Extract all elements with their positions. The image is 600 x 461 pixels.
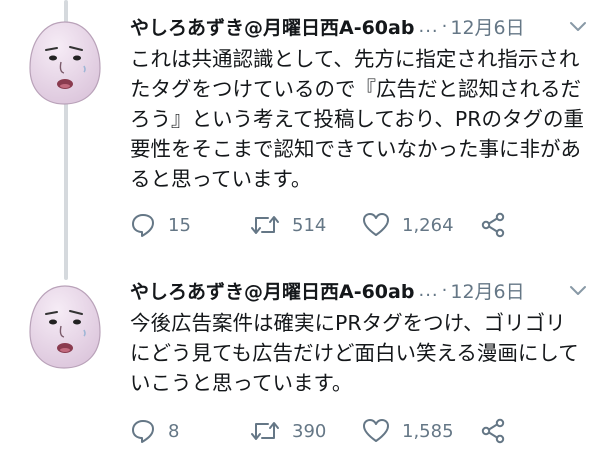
share-button[interactable] <box>480 418 506 444</box>
separator-dot: · <box>441 15 448 37</box>
author-name[interactable]: やしろあずき@月曜日西A-60ab <box>130 13 414 40</box>
retweet-count: 390 <box>292 420 327 442</box>
handle-truncated: ... <box>418 15 439 37</box>
reply-icon <box>132 420 154 443</box>
avatar[interactable] <box>28 284 102 370</box>
reply-button[interactable]: 15 <box>130 212 250 238</box>
share-button[interactable] <box>480 212 506 238</box>
tweet-date[interactable]: 12月6日 <box>450 13 524 40</box>
tweet[interactable]: やしろあずき@月曜日西A-60ab ... · 12月6日 今後広告案件は確実に… <box>0 262 600 461</box>
reply-count: 15 <box>168 214 191 236</box>
heart-icon <box>363 213 389 236</box>
retweet-button[interactable]: 390 <box>250 418 362 444</box>
tweet-header: やしろあずき@月曜日西A-60ab ... · 12月6日 <box>130 12 588 40</box>
tweet-date[interactable]: 12月6日 <box>450 277 524 304</box>
reply-count: 8 <box>168 420 180 442</box>
retweet-icon <box>251 216 279 234</box>
share-icon <box>481 418 505 444</box>
chevron-down-icon[interactable] <box>568 280 588 300</box>
separator-dot: · <box>441 279 448 301</box>
tweet[interactable]: やしろあずき@月曜日西A-60ab ... · 12月6日 これは共通認識として… <box>0 0 600 262</box>
like-count: 1,264 <box>402 214 454 236</box>
author-name[interactable]: やしろあずき@月曜日西A-60ab <box>130 277 414 304</box>
avatar[interactable] <box>28 20 102 106</box>
like-button[interactable]: 1,585 <box>362 418 480 444</box>
tweet-actions: 15 514 1,264 <box>130 210 590 240</box>
like-count: 1,585 <box>402 420 454 442</box>
handle-truncated: ... <box>418 279 439 301</box>
tweet-text: 今後広告案件は確実にPRタグをつけ、ゴリゴリにどう見ても広告だけど面白い笑える漫… <box>130 311 579 395</box>
reply-icon <box>132 214 154 237</box>
retweet-count: 514 <box>292 214 327 236</box>
share-icon <box>481 212 505 238</box>
retweet-icon <box>251 422 279 440</box>
reply-button[interactable]: 8 <box>130 418 250 444</box>
tweet-header: やしろあずき@月曜日西A-60ab ... · 12月6日 <box>130 276 588 304</box>
tweet-actions: 8 390 1,585 <box>130 416 590 446</box>
retweet-button[interactable]: 514 <box>250 212 362 238</box>
tweet-text: これは共通認識として、先方に指定され指示されたタグをつけているので『広告だと認知… <box>130 47 585 191</box>
like-button[interactable]: 1,264 <box>362 212 480 238</box>
heart-icon <box>363 419 389 442</box>
chevron-down-icon[interactable] <box>568 16 588 36</box>
